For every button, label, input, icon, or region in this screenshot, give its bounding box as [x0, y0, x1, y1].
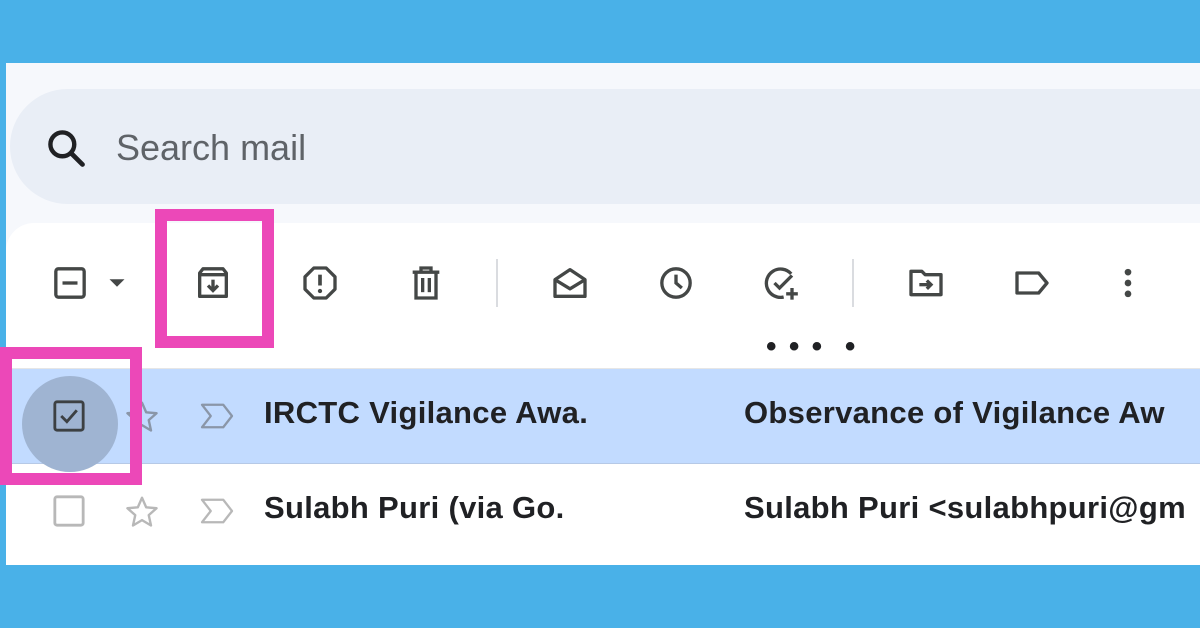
- trash-icon: [412, 266, 440, 300]
- email-sender: IRCTC Vigilance Awa.: [264, 395, 589, 430]
- mark-as-read-button[interactable]: [550, 263, 590, 303]
- snooze-button[interactable]: [656, 263, 696, 303]
- caret-down-icon: [109, 279, 125, 287]
- mail-list-panel: • • • • IRCTC Vigilance Awa. Observance …: [6, 223, 1200, 565]
- toolbar-divider: [496, 259, 498, 307]
- toolbar: [6, 223, 1200, 338]
- labels-button[interactable]: [1012, 263, 1052, 303]
- minus-square-icon: [54, 267, 86, 299]
- move-to-folder-icon: [909, 269, 943, 297]
- important-marker-icon[interactable]: [198, 496, 236, 526]
- checked-checkbox-icon[interactable]: [52, 399, 86, 433]
- add-to-tasks-button[interactable]: [762, 263, 802, 303]
- email-row[interactable]: Sulabh Puri (via Go. Sulabh Puri <sulabh…: [6, 464, 1200, 558]
- important-marker-icon[interactable]: [198, 401, 236, 431]
- clock-icon: [660, 267, 692, 299]
- star-icon[interactable]: [124, 399, 160, 435]
- toolbar-divider: [852, 259, 854, 307]
- move-to-button[interactable]: [906, 263, 946, 303]
- partial-row-text-fragment: • • • •: [766, 338, 858, 363]
- more-button[interactable]: [1108, 263, 1148, 303]
- add-task-icon: [764, 267, 798, 300]
- report-spam-button[interactable]: [300, 263, 340, 303]
- email-subject: Sulabh Puri <sulabhpuri@gm: [744, 490, 1186, 525]
- report-spam-icon: [303, 266, 337, 300]
- email-sender: Sulabh Puri (via Go.: [264, 490, 565, 525]
- unchecked-checkbox-icon[interactable]: [52, 494, 86, 528]
- partial-row-above: • • • •: [6, 338, 1200, 369]
- email-row[interactable]: IRCTC Vigilance Awa. Observance of Vigil…: [6, 369, 1200, 472]
- gmail-window: • • • • IRCTC Vigilance Awa. Observance …: [6, 63, 1200, 565]
- archive-icon: [198, 267, 228, 298]
- archive-button[interactable]: [193, 263, 233, 303]
- star-icon[interactable]: [124, 494, 160, 530]
- select-checkbox[interactable]: [50, 263, 90, 303]
- select-dropdown[interactable]: [102, 263, 132, 303]
- open-envelope-icon: [553, 268, 587, 298]
- email-subject: Observance of Vigilance Aw: [744, 395, 1165, 430]
- more-vert-icon: [1124, 268, 1132, 298]
- search-icon[interactable]: [44, 126, 88, 170]
- label-icon: [1015, 271, 1049, 295]
- search-input[interactable]: [114, 119, 818, 177]
- search-bar[interactable]: [10, 89, 1200, 204]
- delete-button[interactable]: [406, 263, 446, 303]
